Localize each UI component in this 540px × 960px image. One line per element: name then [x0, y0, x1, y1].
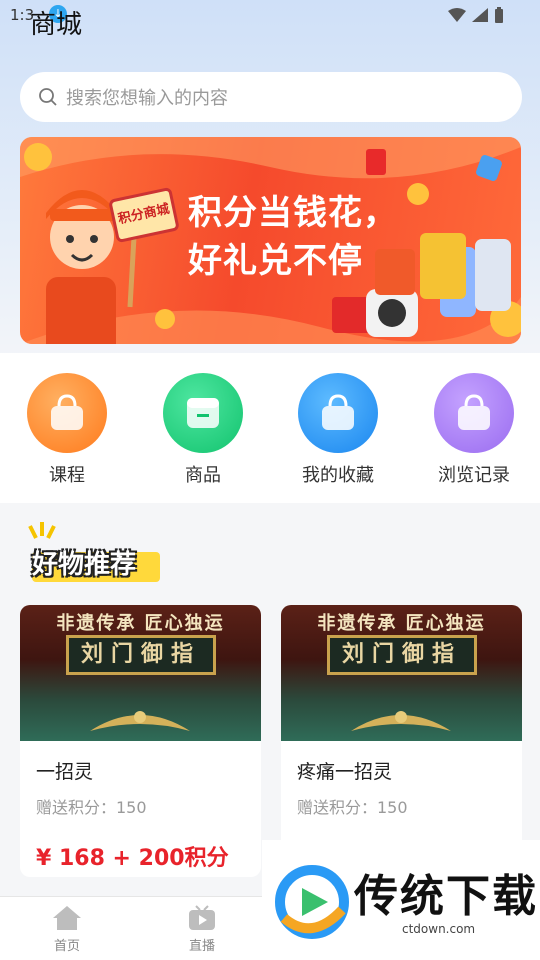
- battery-icon: [495, 7, 503, 23]
- shopping-bag-icon: [27, 373, 107, 453]
- product-image-caption: 非遗传承 匠心独运: [317, 613, 486, 634]
- product-price: ¥ 168 + 200积分: [36, 846, 229, 871]
- shopping-bag-icon: [298, 373, 378, 453]
- search-bar[interactable]: 搜索您想输入的内容: [20, 72, 522, 122]
- tab-live[interactable]: 直播: [172, 905, 232, 954]
- category-history[interactable]: 浏览记录: [419, 373, 529, 487]
- product-card[interactable]: 非遗传承 匠心独运 刘门御指 疼痛一招灵 赠送积分：150 500积分: [281, 605, 522, 877]
- product-image-plaque: 刘门御指: [66, 635, 216, 675]
- tab-label: 直播: [188, 939, 215, 954]
- product-image-plaque: 刘门御指: [327, 635, 477, 675]
- status-icons: [448, 7, 504, 23]
- signal-icon: [472, 8, 488, 22]
- banner-headline-line1: 积分当钱花，: [188, 193, 398, 233]
- watermark-logo: [275, 865, 349, 939]
- category-favorites[interactable]: 我的收藏: [283, 373, 393, 487]
- search-icon: [39, 88, 57, 106]
- dragon-ornament: [351, 711, 451, 731]
- page-title: 商城: [30, 10, 83, 40]
- product-points: 赠送积分：150: [36, 798, 147, 817]
- dragon-ornament: [90, 711, 190, 731]
- store-icon: [163, 373, 243, 453]
- product-name: 一招灵: [36, 761, 94, 783]
- tab-home[interactable]: 首页: [37, 905, 97, 954]
- search-placeholder: 搜索您想输入的内容: [66, 88, 228, 109]
- wifi-icon: [448, 8, 466, 22]
- category-courses[interactable]: 课程: [12, 373, 122, 487]
- product-card[interactable]: 非遗传承 匠心独运 刘门御指 一招灵 赠送积分：150 ¥ 168 + 200积…: [20, 605, 261, 877]
- promo-banner[interactable]: 积分商城 积分当钱花， 好礼兑不停: [20, 137, 521, 344]
- product-image: 非遗传承 匠心独运 刘门御指: [281, 605, 522, 741]
- category-label: 商品: [185, 465, 221, 486]
- sparkle-icon: [28, 522, 56, 539]
- home-icon: [53, 906, 81, 930]
- watermark-url: ctdown.com: [402, 922, 476, 936]
- section-title: 好物推荐: [32, 550, 137, 580]
- tab-label: 首页: [53, 939, 80, 954]
- category-goods[interactable]: 商品: [148, 373, 258, 487]
- product-image-caption: 非遗传承 匠心独运: [56, 613, 225, 634]
- watermark: 传统下载 ctdown.com: [262, 840, 540, 960]
- watermark-brand: 传统下载: [354, 871, 538, 922]
- banner-headline: 积分当钱花， 好礼兑不停: [188, 189, 398, 285]
- category-grid: 课程 商品 我的收藏 浏览记录: [0, 353, 540, 503]
- category-label: 我的收藏: [302, 465, 374, 486]
- shopping-bag-icon: [434, 373, 514, 453]
- tv-icon: [189, 905, 215, 930]
- banner-headline-line2: 好礼兑不停: [188, 241, 363, 281]
- category-label: 课程: [49, 465, 85, 486]
- product-name: 疼痛一招灵: [297, 761, 393, 783]
- product-image: 非遗传承 匠心独运 刘门御指: [20, 605, 261, 741]
- product-points: 赠送积分：150: [297, 798, 408, 817]
- mascot-illustration: [46, 190, 137, 344]
- category-label: 浏览记录: [438, 465, 510, 486]
